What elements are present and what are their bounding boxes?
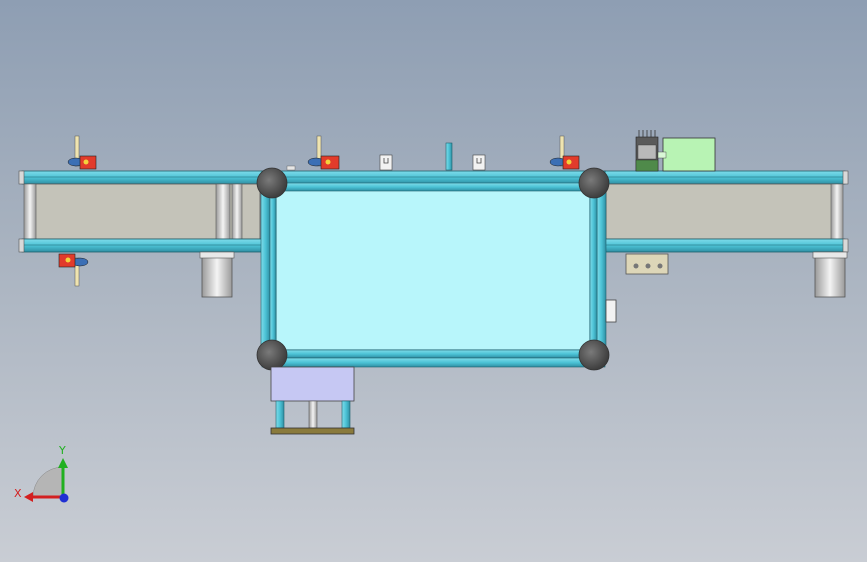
lift-guide-rod-left (275, 400, 285, 429)
left-conveyor-bottom-rail (21, 238, 263, 253)
left-conveyor-end-roller (23, 183, 37, 240)
corner-joint-top-left (256, 167, 288, 199)
center-frame[interactable] (256, 167, 617, 371)
right-drive-motor[interactable] (814, 251, 846, 298)
right-conveyor-belt (605, 183, 839, 240)
lift-assembly[interactable] (270, 366, 355, 435)
center-frame-right-post (596, 182, 607, 364)
cad-viewport[interactable]: X Y (0, 0, 867, 562)
sensor-lens (65, 257, 71, 263)
triad-y-arrowhead-icon (58, 458, 68, 468)
clamp-block-left[interactable] (379, 154, 393, 171)
right-drive-motor-flange (812, 251, 848, 259)
clamp-block-right[interactable] (472, 154, 486, 171)
glass-panel[interactable] (275, 189, 591, 351)
guide-pin[interactable] (445, 142, 453, 171)
corner-joint-top-right (578, 167, 610, 199)
sensor-station-right[interactable] (549, 135, 580, 170)
left-conveyor-mid-roller-2 (231, 183, 243, 240)
lift-motor-housing[interactable] (270, 366, 355, 402)
junction-box[interactable] (662, 137, 716, 172)
sensor-lens (566, 159, 572, 165)
center-frame-top-bar (261, 170, 606, 185)
top-fixtures (379, 142, 486, 171)
sensor-station-under-left[interactable] (58, 253, 89, 287)
center-frame-left-post (260, 182, 271, 364)
sensor-cable-stub (286, 165, 296, 171)
right-conveyor[interactable] (604, 170, 849, 298)
corner-joint-bottom-right (578, 339, 610, 371)
sensor-lens (325, 159, 331, 165)
right-conveyor-top-rail (604, 170, 846, 185)
sensor-station-left[interactable] (67, 135, 97, 170)
connector-block-green (635, 159, 659, 172)
left-drive-motor-flange (199, 251, 235, 259)
left-conveyor-end-cap-top (18, 170, 25, 185)
terminal-pins-icon (638, 130, 656, 137)
right-conveyor-end-cap-bottom (842, 238, 849, 253)
triad-x-arrowhead-icon (24, 492, 33, 502)
triad-quadrant (32, 466, 64, 498)
sensor-station-center[interactable] (286, 135, 340, 171)
side-switch-box[interactable] (605, 299, 617, 323)
control-box[interactable] (635, 130, 716, 172)
bracket-hole (657, 263, 663, 269)
triad-x-label: X (14, 487, 22, 500)
sensor-lens (83, 159, 89, 165)
bracket-hole (633, 263, 639, 269)
triad-y-label: Y (58, 444, 66, 457)
lift-guide-rod-center (308, 400, 318, 429)
right-conveyor-end-cap-top (842, 170, 849, 185)
left-drive-motor[interactable] (201, 251, 233, 298)
triad-z-axis-dot (59, 493, 69, 503)
junction-box-lid (657, 151, 667, 159)
left-conveyor-end-cap-bottom (18, 238, 25, 253)
connector-block-face (637, 144, 657, 160)
left-conveyor[interactable] (18, 170, 263, 298)
right-conveyor-end-roller (830, 183, 844, 240)
left-conveyor-mid-roller (215, 183, 231, 240)
left-conveyor-top-rail (21, 170, 263, 185)
center-frame-left-inner-post (269, 189, 277, 351)
center-frame-inner-bottom (269, 349, 597, 359)
center-frame-inner-top (269, 182, 597, 192)
lift-guide-rod-right (341, 400, 351, 429)
corner-joint-bottom-left (256, 339, 288, 371)
bracket-hole (645, 263, 651, 269)
lift-base-plate[interactable] (270, 427, 355, 435)
center-frame-right-inner-post (589, 189, 598, 351)
right-conveyor-bottom-rail (604, 238, 846, 253)
center-frame-bottom-bar (261, 357, 606, 368)
orientation-triad: X Y (14, 444, 69, 503)
